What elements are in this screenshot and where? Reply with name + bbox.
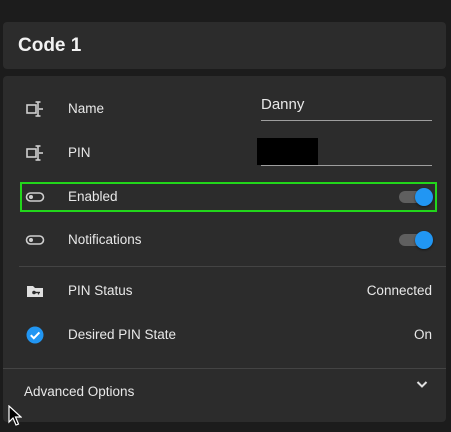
check-circle-icon (25, 325, 45, 345)
chevron-down-icon[interactable] (414, 376, 430, 392)
text-box-icon (25, 99, 45, 119)
pin-status-value: Connected (366, 283, 432, 298)
desired-state-label: Desired PIN State (68, 327, 177, 342)
advanced-options-toggle[interactable]: Advanced Options (24, 384, 134, 399)
desired-state-value: On (413, 327, 432, 342)
notifications-label: Notifications (68, 232, 142, 247)
pin-status-label: PIN Status (68, 283, 133, 298)
divider (3, 368, 446, 369)
name-input-value: Danny (261, 96, 305, 113)
header-card: Code 1 (3, 22, 446, 69)
notifications-toggle[interactable] (397, 231, 433, 249)
toggle-icon (25, 230, 45, 250)
pin-redaction (257, 138, 318, 165)
mouse-cursor-icon (8, 404, 23, 427)
toggle-thumb (415, 231, 433, 249)
name-input[interactable]: Danny (261, 94, 432, 121)
desired-state-row: Desired PIN State On (3, 315, 446, 355)
notifications-row[interactable]: Notifications (3, 220, 446, 260)
pin-status-row: PIN Status Connected (3, 271, 446, 311)
text-box-icon (25, 143, 45, 163)
page-title: Code 1 (18, 35, 82, 56)
name-label: Name (68, 101, 105, 116)
folder-key-icon (25, 281, 45, 301)
divider (19, 266, 446, 267)
highlight-box (20, 182, 437, 212)
pin-label: PIN (68, 145, 91, 160)
pin-row: PIN (3, 133, 446, 173)
settings-card: Name Danny PIN Enabled Notifications PIN… (3, 76, 446, 422)
name-row: Name Danny (3, 89, 446, 129)
